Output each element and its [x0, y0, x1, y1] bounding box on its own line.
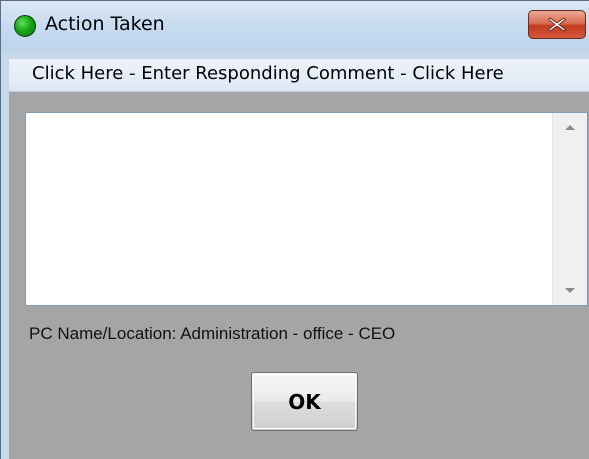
menu-item-enter-comment[interactable]: Click Here - Enter Responding Comment - …: [32, 63, 504, 84]
green-circle-icon: [14, 15, 36, 37]
vertical-scrollbar[interactable]: [552, 113, 587, 305]
scroll-down-button[interactable]: [553, 277, 587, 305]
arrow-down-icon: [565, 288, 575, 293]
menu-bar: Click Here - Enter Responding Comment - …: [9, 59, 589, 92]
title-bar[interactable]: Action Taken: [1, 1, 589, 51]
arrow-up-icon: [565, 125, 575, 130]
window-title: Action Taken: [45, 13, 165, 35]
scroll-up-button[interactable]: [553, 113, 587, 141]
ok-button[interactable]: OK: [251, 372, 358, 431]
comment-box: [25, 112, 588, 306]
action-taken-window: Action Taken Click Here - Enter Respondi…: [0, 0, 589, 459]
dialog-body: PC Name/Location: Administration - offic…: [9, 92, 589, 459]
pc-name-location-label: PC Name/Location: Administration - offic…: [29, 324, 396, 343]
close-button[interactable]: [528, 10, 586, 39]
close-x-icon: [548, 17, 566, 32]
comment-textarea[interactable]: [26, 113, 553, 305]
